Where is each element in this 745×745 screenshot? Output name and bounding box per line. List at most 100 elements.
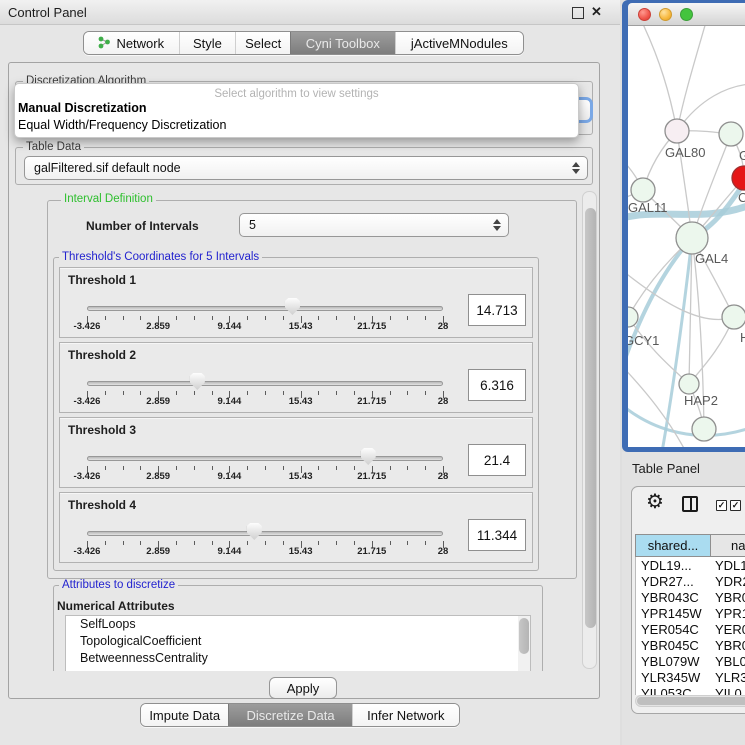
network-node-GAL4[interactable] — [676, 222, 708, 254]
table-column-header[interactable]: shared... — [635, 534, 711, 557]
tab-network[interactable]: Network — [84, 32, 179, 54]
tab-jactivemnodules[interactable]: jActiveMNodules — [395, 32, 523, 54]
select-all-checkbox-icon[interactable]: ✓ — [716, 500, 727, 511]
threshold-value-field[interactable]: 6.316 — [468, 369, 526, 401]
network-node-label: GCY1 — [628, 333, 659, 348]
number-of-intervals-label: Number of Intervals — [86, 219, 199, 233]
tab-impute-data[interactable]: Impute Data — [141, 704, 228, 726]
attributes-list-scrollbar[interactable] — [518, 616, 530, 671]
threshold-value-field[interactable]: 21.4 — [468, 444, 526, 476]
dropdown-options: Manual DiscretizationEqual Width/Frequen… — [15, 100, 578, 134]
slider-tick — [176, 541, 177, 545]
select-all-checkbox-icon[interactable]: ✓ — [730, 500, 741, 511]
slider-track[interactable] — [87, 531, 443, 536]
slider-tick — [425, 391, 426, 395]
network-node-node-bottom[interactable] — [692, 417, 716, 441]
network-node-node-top-right[interactable] — [719, 122, 743, 146]
network-node-HAP2[interactable] — [679, 374, 699, 394]
slider-track[interactable] — [87, 381, 443, 386]
slider-tick — [336, 541, 337, 545]
attributes-list-scrollbar-thumb[interactable] — [519, 618, 529, 654]
slider-tick — [390, 391, 391, 395]
network-node-red-node[interactable] — [732, 166, 745, 190]
slider-tick-label: 15.43 — [289, 546, 313, 557]
network-window-titlebar[interactable] — [628, 3, 745, 26]
table-rows: YDL19...YDL1YDR27...YDR2YBR043CYBR0YPR14… — [635, 557, 745, 695]
slider-tick — [247, 466, 248, 470]
tab-label: Infer Network — [367, 708, 444, 723]
gear-icon[interactable]: ⚙ — [646, 492, 664, 512]
table-cell: YIL053C — [636, 686, 712, 696]
tab-infer-network[interactable]: Infer Network — [352, 704, 459, 726]
threshold-value-field[interactable]: 11.344 — [468, 519, 526, 551]
table-data-combobox-value: galFiltered.sif default node — [34, 161, 181, 175]
table-data-combobox[interactable]: galFiltered.sif default node — [24, 156, 588, 180]
slider-tick — [407, 466, 408, 470]
attribute-list-item[interactable]: SelfLoops — [66, 616, 530, 633]
window-close-button[interactable] — [638, 8, 651, 21]
slider-tick-label: -3.426 — [74, 546, 101, 557]
tab-style[interactable]: Style — [179, 32, 236, 54]
table-cell: YBR043C — [636, 590, 712, 605]
network-edge[interactable] — [677, 26, 706, 131]
dropdown-prompt-item[interactable]: Select algorithm to view settings — [15, 84, 578, 100]
slider-thumb[interactable] — [285, 298, 300, 315]
tab-select[interactable]: Select — [235, 32, 290, 54]
table-row[interactable]: YIL053CYIL0 — [636, 685, 745, 695]
table-cell: YDR27... — [636, 574, 712, 589]
table-row[interactable]: YDL19...YDL1 — [636, 557, 745, 573]
table-cell: YBR0 — [712, 590, 745, 605]
network-tab-icon — [98, 36, 111, 51]
number-of-intervals-combobox[interactable]: 5 — [239, 213, 509, 237]
slider-tick — [105, 316, 106, 320]
table-row[interactable]: YBL079WYBL0 — [636, 653, 745, 669]
table-row[interactable]: YDR27...YDR2 — [636, 573, 745, 589]
slider-thumb[interactable] — [361, 448, 376, 465]
tab-discretize-data[interactable]: Discretize Data — [228, 704, 351, 726]
cyni-mode-tab-bar: Impute DataDiscretize Data Infer Network — [140, 703, 460, 727]
dropdown-option[interactable]: Equal Width/Frequency Discretization — [15, 117, 578, 134]
table-cell: YDL1 — [712, 558, 745, 573]
slider-track[interactable] — [87, 306, 443, 311]
column-layout-icon[interactable] — [682, 496, 698, 512]
settings-vertical-scrollbar[interactable] — [582, 191, 597, 669]
float-window-icon[interactable] — [572, 7, 584, 19]
combobox-stepper-icon — [572, 162, 580, 174]
attribute-list-item[interactable]: TopologicalCoefficient — [66, 633, 530, 650]
table-row[interactable]: YER054CYER0 — [636, 621, 745, 637]
table-cell: YER054C — [636, 622, 712, 637]
algorithm-dropdown-popup: Select algorithm to view settings Manual… — [14, 83, 579, 138]
slider-thumb[interactable] — [190, 373, 205, 390]
table-row[interactable]: YBR045CYBR0 — [636, 637, 745, 653]
slider-tick-label: 21.715 — [357, 546, 386, 557]
network-node-H[interactable] — [722, 305, 745, 329]
table-horizontal-scrollbar-thumb[interactable] — [637, 697, 745, 705]
table-horizontal-scrollbar[interactable] — [635, 695, 745, 707]
table-row[interactable]: YPR145WYPR1 — [636, 605, 745, 621]
close-icon[interactable]: ✕ — [591, 4, 602, 20]
window-minimize-button[interactable] — [659, 8, 672, 21]
table-column-header[interactable]: na — [711, 534, 745, 557]
table-cell: YLR3 — [712, 670, 745, 685]
slider-tick — [212, 466, 213, 470]
slider-thumb[interactable] — [247, 523, 262, 540]
network-node-GAL80[interactable] — [665, 119, 689, 143]
network-node-GAL11[interactable] — [631, 178, 655, 202]
table-row[interactable]: YLR345WYLR3 — [636, 669, 745, 685]
table-row[interactable]: YBR043CYBR0 — [636, 589, 745, 605]
numerical-attributes-list[interactable]: SelfLoopsTopologicalCoefficientBetweenne… — [65, 615, 531, 671]
slider-track[interactable] — [87, 456, 443, 461]
slider-tick-label: 21.715 — [357, 321, 386, 332]
settings-vertical-scrollbar-thumb[interactable] — [585, 208, 596, 628]
window-zoom-button[interactable] — [680, 8, 693, 21]
apply-button[interactable]: Apply — [269, 677, 337, 699]
network-canvas[interactable]: GAL80GACGAL11GAL4GCY1HHAP2 — [628, 26, 745, 447]
slider-tick — [140, 391, 141, 395]
threshold-value-field[interactable]: 14.713 — [468, 294, 526, 326]
attribute-list-item[interactable]: BetweennessCentrality — [66, 650, 530, 667]
network-edge[interactable] — [642, 26, 677, 131]
dropdown-option[interactable]: Manual Discretization — [15, 100, 578, 117]
network-node-GCY1[interactable] — [628, 307, 638, 327]
tab-cyni-toolbox[interactable]: Cyni Toolbox — [290, 32, 395, 54]
table-cell: YBL0 — [712, 654, 745, 669]
